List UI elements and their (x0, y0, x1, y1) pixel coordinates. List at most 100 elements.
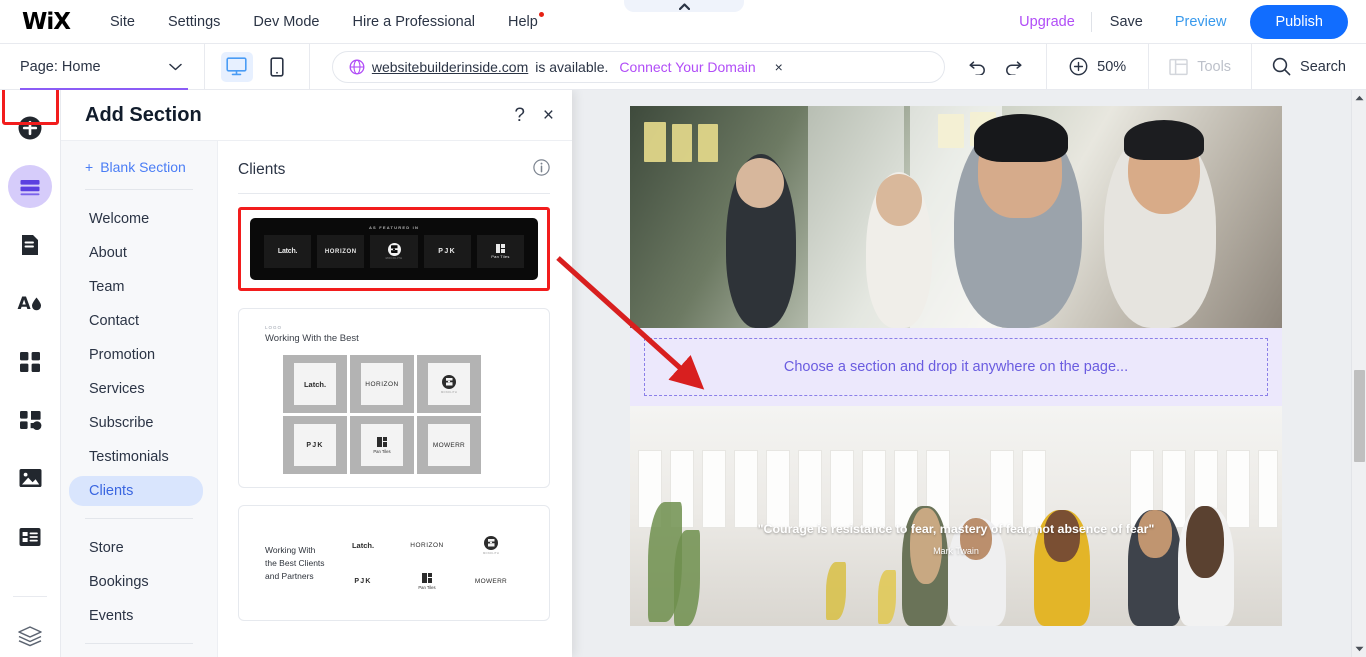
desktop-icon (226, 57, 247, 76)
circle-logo-icon (388, 243, 401, 256)
hero-image-team-meeting[interactable] (630, 106, 1282, 328)
thumb3-logo-row-1: Latch. HORIZON MONOLITH (331, 527, 523, 563)
collapse-toolbar-tab[interactable] (624, 0, 744, 12)
thumbnail-preview: Working With the Best Clients and Partne… (239, 506, 549, 620)
nav-item-services[interactable]: Services (69, 374, 203, 404)
nav-item-store[interactable]: Store (69, 533, 203, 563)
zoom-in-icon (1069, 57, 1088, 76)
nav-item-welcome[interactable]: Welcome (69, 204, 203, 234)
divider (85, 518, 193, 519)
help-icon[interactable]: ? (514, 106, 525, 125)
thumbnail-preview: AS FEATURED IN Latch. HORIZON MONOLITH (250, 218, 538, 280)
sidebar-item-add-elements[interactable] (8, 107, 52, 149)
nav-item-contact[interactable]: Contact (69, 306, 203, 336)
chevron-up-icon (679, 3, 690, 10)
thumb2-title: Working With the Best (265, 333, 527, 344)
section-gallery: Clients AS FEATURED IN Latch. (218, 141, 572, 657)
nav-item-events[interactable]: Events (69, 601, 203, 631)
globe-icon (349, 59, 365, 75)
sidebar-item-layers[interactable] (8, 615, 52, 657)
section-thumbnail-clients-dark-strip[interactable]: AS FEATURED IN Latch. HORIZON MONOLITH (238, 207, 550, 291)
nav-item-promotion[interactable]: Promotion (69, 340, 203, 370)
logo-text: Latch. (352, 541, 374, 550)
publish-button[interactable]: Publish (1250, 5, 1348, 39)
layout-icon (1169, 58, 1188, 76)
zoom-control[interactable]: 50% (1047, 44, 1148, 90)
gallery-title: Clients (238, 161, 285, 179)
scrollbar-thumb[interactable] (1354, 370, 1365, 462)
logo-cell-latch: Latch. (331, 541, 395, 550)
thumb1-eyebrow: AS FEATURED IN (264, 225, 524, 230)
menu-item-hire-a-professional[interactable]: Hire a Professional (353, 14, 476, 30)
drop-zone-outline: Choose a section and drop it anywhere on… (644, 338, 1268, 396)
logo-subtext: MONOLITH (483, 552, 499, 555)
page-icon (18, 233, 42, 257)
sidebar-item-site-design[interactable]: A (8, 282, 52, 324)
domain-availability-text: is available. (535, 59, 608, 75)
sidebar-item-media[interactable] (8, 457, 52, 499)
upgrade-button[interactable]: Upgrade (1003, 14, 1091, 30)
tools-menu-button[interactable]: Tools (1149, 44, 1251, 90)
logo-text: HORIZON (325, 249, 357, 255)
logo-tile-pantiles: Pan Tiles (477, 235, 524, 268)
mobile-view-button[interactable] (261, 52, 293, 82)
image-icon (18, 467, 43, 489)
menu-item-help[interactable]: Help (508, 14, 538, 30)
canvas-scrollbar[interactable] (1351, 90, 1366, 657)
logo-text: Latch. (278, 248, 297, 255)
plus-circle-icon (17, 115, 43, 141)
menu-item-dev-mode[interactable]: Dev Mode (253, 14, 319, 30)
logo-cell-mowerr: MOWERR (417, 416, 481, 474)
logo-tile-circle: MONOLITH (370, 235, 417, 268)
sidebar-item-pages[interactable] (8, 224, 52, 266)
desktop-view-button[interactable] (221, 52, 253, 82)
section-thumbnail-clients-grid[interactable]: LOGO Working With the Best Latch. HORIZO… (238, 308, 550, 488)
undo-button[interactable] (965, 54, 991, 80)
search-button[interactable]: Search (1252, 44, 1366, 90)
sidebar-item-add-section[interactable] (8, 165, 52, 207)
device-switcher (205, 52, 309, 82)
sidebar-item-cms[interactable] (8, 515, 52, 557)
nav-item-testimonials[interactable]: Testimonials (69, 442, 203, 472)
preview-button[interactable]: Preview (1161, 14, 1241, 30)
nav-item-team[interactable]: Team (69, 272, 203, 302)
scroll-up-arrow[interactable] (1352, 90, 1366, 106)
logo-tile-horizon: HORIZON (317, 235, 364, 268)
section-thumbnail-clients-horizontal[interactable]: Working With the Best Clients and Partne… (238, 505, 550, 621)
add-section-panel: Add Section ? × + Blank Section Welcome … (61, 90, 572, 657)
redo-button[interactable] (1000, 54, 1026, 80)
nav-item-about[interactable]: About (69, 238, 203, 268)
wix-logo[interactable]: WiX (22, 9, 70, 35)
zoom-level-value: 50% (1097, 59, 1126, 75)
menu-item-site[interactable]: Site (110, 14, 135, 30)
sidebar-item-my-business[interactable] (8, 399, 52, 441)
page-selector-underline (20, 88, 188, 90)
mobile-icon (270, 57, 284, 77)
menu-item-help-label: Help (508, 14, 538, 30)
office-image-with-quote[interactable]: "Courage is resistance to fear, mastery … (630, 406, 1282, 626)
undo-icon (968, 59, 988, 75)
blank-section-button[interactable]: + Blank Section (61, 159, 217, 175)
help-notification-dot (539, 12, 544, 17)
editor-canvas[interactable]: Choose a section and drop it anywhere on… (572, 90, 1366, 657)
logo-cell-pantiles: Pan Tiles (350, 416, 414, 474)
close-icon[interactable]: × (775, 60, 783, 74)
logo-cell-pantiles: Pan Tiles (395, 573, 459, 590)
section-drop-zone[interactable]: Choose a section and drop it anywhere on… (630, 328, 1282, 406)
domain-name-link[interactable]: websitebuilderinside.com (372, 59, 528, 75)
save-button[interactable]: Save (1092, 14, 1161, 30)
gallery-header: Clients (238, 159, 550, 193)
nav-item-subscribe[interactable]: Subscribe (69, 408, 203, 438)
nav-item-clients[interactable]: Clients (69, 476, 203, 506)
nav-item-bookings[interactable]: Bookings (69, 567, 203, 597)
info-icon[interactable] (533, 159, 550, 181)
connect-your-domain-link[interactable]: Connect Your Domain (619, 59, 755, 75)
thumb3-logo-area: Latch. HORIZON MONOLITH (331, 527, 523, 599)
scroll-down-arrow[interactable] (1352, 641, 1366, 657)
page-selector[interactable]: Page: Home (0, 44, 204, 90)
menu-item-settings[interactable]: Settings (168, 14, 220, 30)
section-icon (17, 174, 43, 200)
close-icon[interactable]: × (543, 106, 554, 125)
sidebar-item-app-market[interactable] (8, 340, 52, 382)
panel-category-nav: + Blank Section Welcome About Team Conta… (61, 141, 218, 657)
